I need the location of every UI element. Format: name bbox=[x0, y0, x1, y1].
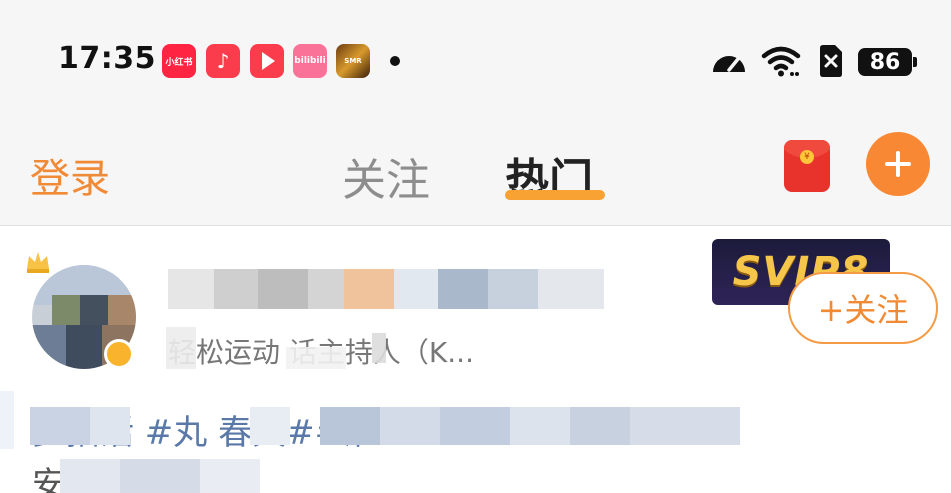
avatar-pixel bbox=[52, 295, 80, 325]
active-tab-indicator bbox=[505, 190, 605, 200]
author-name-mosaic bbox=[168, 269, 604, 309]
video-app-icon bbox=[250, 44, 284, 78]
music-label: ♪ bbox=[216, 49, 230, 73]
compose-plus-button[interactable] bbox=[866, 132, 930, 196]
sim-off-icon bbox=[820, 45, 842, 77]
clock: 17:35 bbox=[58, 41, 156, 76]
avatar-pixel bbox=[32, 325, 66, 369]
xiaohongshu-app-icon: 小红书 bbox=[162, 44, 196, 78]
post-content-mosaic bbox=[30, 403, 740, 449]
author-bio-mosaic bbox=[166, 327, 386, 369]
game-label: SMR bbox=[344, 57, 362, 65]
feed-post-card[interactable]: K 轻松运动 话主持人（K... SVIP8 +关注 步招活 #丸 春天##淮 … bbox=[0, 227, 951, 493]
follow-button[interactable]: +关注 bbox=[788, 272, 938, 344]
speedometer-icon bbox=[713, 56, 745, 72]
tab-follow[interactable]: 关注 bbox=[342, 144, 430, 208]
verified-badge-icon bbox=[104, 339, 134, 369]
game-app-icon: SMR bbox=[336, 44, 370, 78]
wifi-icon bbox=[761, 46, 801, 77]
top-nav: 登录 关注 热门 ¥ bbox=[0, 118, 951, 226]
battery-level: 86 bbox=[858, 48, 912, 76]
avatar-pixel bbox=[108, 295, 136, 325]
battery-icon: 86 bbox=[858, 44, 918, 78]
login-link[interactable]: 登录 bbox=[30, 146, 110, 204]
bilibili-app-icon: bilibili bbox=[293, 44, 327, 78]
more-notifications-dot bbox=[390, 56, 400, 66]
xiaohongshu-label: 小红书 bbox=[165, 57, 193, 68]
red-packet-icon[interactable]: ¥ bbox=[784, 140, 830, 192]
music-app-icon: ♪ bbox=[206, 44, 240, 78]
status-bar: 17:35 小红书 ♪ bilibili SMR 86 bbox=[0, 0, 951, 118]
avatar-pixel bbox=[80, 295, 108, 325]
battery-cap bbox=[913, 57, 917, 67]
play-icon bbox=[262, 52, 275, 70]
post-content-mosaic-2 bbox=[60, 459, 260, 493]
content-left-bar bbox=[0, 391, 14, 449]
avatar-pixel bbox=[66, 325, 102, 369]
yen-coin-icon: ¥ bbox=[800, 150, 814, 164]
bilibili-label: bilibili bbox=[294, 56, 326, 66]
